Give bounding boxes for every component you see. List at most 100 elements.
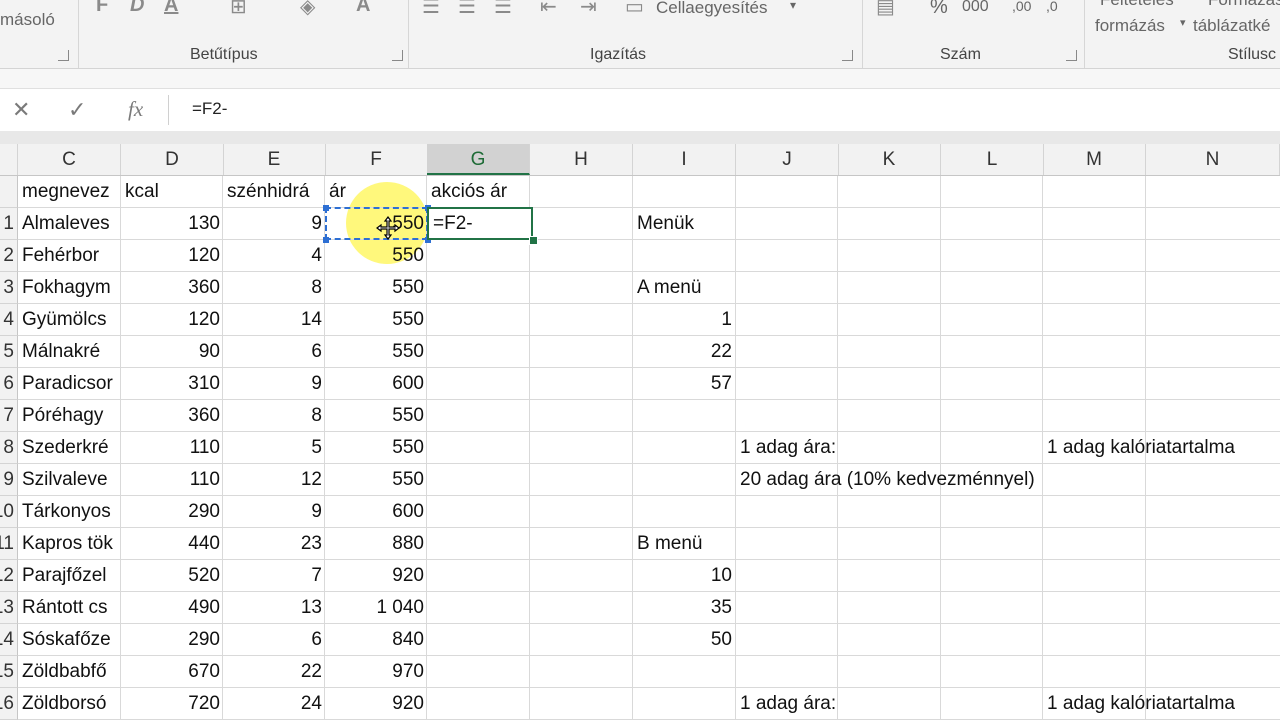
cell-sale-price[interactable]: akciós ár bbox=[427, 176, 530, 208]
cell-price[interactable]: 920 bbox=[325, 688, 428, 720]
align-right-icon[interactable]: ☰ bbox=[494, 0, 512, 19]
merge-dropdown-icon[interactable]: ▾ bbox=[790, 0, 796, 12]
cell-price[interactable]: 550 bbox=[325, 464, 428, 496]
cell-price[interactable]: 550 bbox=[325, 272, 428, 304]
insert-function-icon[interactable]: fx bbox=[128, 97, 143, 122]
cell-menu-item[interactable]: 22 bbox=[633, 336, 736, 368]
cell-kcal[interactable]: 360 bbox=[121, 400, 224, 432]
cell-carbs[interactable]: 8 bbox=[223, 400, 326, 432]
cell-price[interactable]: ár bbox=[325, 176, 428, 208]
cell-carbs[interactable]: 9 bbox=[223, 368, 326, 400]
cell-name[interactable]: Szederkré bbox=[18, 432, 121, 464]
row-header[interactable]: 7 bbox=[0, 400, 18, 432]
active-cell-g1[interactable]: =F2- bbox=[427, 207, 533, 240]
row-header[interactable]: 5 bbox=[0, 336, 18, 368]
cell-carbs[interactable]: 22 bbox=[223, 656, 326, 688]
column-header-d[interactable]: D bbox=[121, 144, 224, 175]
cell-carbs[interactable]: 9 bbox=[223, 208, 326, 240]
conditional-format-label-1[interactable]: Feltételes bbox=[1100, 0, 1174, 10]
cell-carbs[interactable]: 12 bbox=[223, 464, 326, 496]
cell-name[interactable]: Zöldbabfő bbox=[18, 656, 121, 688]
decrease-decimal-icon[interactable]: ,0 bbox=[1046, 0, 1058, 14]
cell-kcal[interactable]: 670 bbox=[121, 656, 224, 688]
cell-menu-label[interactable]: B menü bbox=[633, 528, 736, 560]
select-all-corner[interactable] bbox=[0, 144, 18, 175]
column-header-m[interactable]: M bbox=[1043, 144, 1146, 175]
row-header[interactable]: 16 bbox=[0, 688, 18, 720]
cell-summary-label[interactable]: 1 adag ára: bbox=[736, 688, 839, 720]
cancel-icon[interactable]: ✕ bbox=[12, 97, 30, 123]
row-header[interactable]: 8 bbox=[0, 432, 18, 464]
cell-kcal[interactable]: 290 bbox=[121, 624, 224, 656]
column-header-h[interactable]: H bbox=[530, 144, 633, 175]
table-format-label-1[interactable]: Formázás bbox=[1208, 0, 1280, 10]
cell-name[interactable]: Parajfőzel bbox=[18, 560, 121, 592]
row-header[interactable]: 1 bbox=[0, 208, 18, 240]
row-header[interactable]: 13 bbox=[0, 592, 18, 624]
bold-icon[interactable]: F bbox=[96, 0, 108, 17]
row-header[interactable]: 11 bbox=[0, 528, 18, 560]
marquee-handle[interactable] bbox=[323, 237, 329, 243]
conditional-format-button[interactable]: formázás bbox=[1095, 16, 1165, 36]
cell-kcal[interactable]: 290 bbox=[121, 496, 224, 528]
cell-kcal[interactable]: 520 bbox=[121, 560, 224, 592]
number-launcher-icon[interactable] bbox=[1066, 50, 1077, 61]
cell-carbs[interactable]: 24 bbox=[223, 688, 326, 720]
formula-input[interactable]: =F2- bbox=[192, 99, 227, 119]
worksheet-grid[interactable]: megnevez kcal szénhidrá ár akciós ár 1 Almalev… bbox=[0, 176, 1280, 720]
row-header[interactable]: 2 bbox=[0, 240, 18, 272]
cell-calorie-label[interactable]: 1 adag kalóriatartalma bbox=[1043, 688, 1235, 720]
cell-name[interactable]: Paradicsor bbox=[18, 368, 121, 400]
cell-price[interactable]: 1 040 bbox=[325, 592, 428, 624]
cell-price[interactable]: 840 bbox=[325, 624, 428, 656]
row-header[interactable]: 9 bbox=[0, 464, 18, 496]
column-header-k[interactable]: K bbox=[838, 144, 941, 175]
row-header[interactable]: 12 bbox=[0, 560, 18, 592]
row-header[interactable]: 6 bbox=[0, 368, 18, 400]
font-color-icon[interactable]: A bbox=[164, 0, 178, 17]
cell-carbs[interactable]: 6 bbox=[223, 336, 326, 368]
cell-carbs[interactable]: 14 bbox=[223, 304, 326, 336]
cell-price[interactable]: 550 bbox=[325, 432, 428, 464]
cell-name[interactable]: Tárkonyos bbox=[18, 496, 121, 528]
cell-kcal[interactable]: 490 bbox=[121, 592, 224, 624]
thousands-button[interactable]: 000 bbox=[962, 0, 989, 16]
column-header-j[interactable]: J bbox=[736, 144, 839, 175]
decrease-indent-icon[interactable]: ⇤ bbox=[540, 0, 557, 19]
cell-name[interactable]: Almaleves bbox=[18, 208, 121, 240]
column-header-l[interactable]: L bbox=[941, 144, 1044, 175]
row-header[interactable]: 10 bbox=[0, 496, 18, 528]
percent-button[interactable]: % bbox=[930, 0, 948, 19]
row-header[interactable] bbox=[0, 176, 18, 208]
cell-carbs[interactable]: 4 bbox=[223, 240, 326, 272]
italic-icon[interactable]: D bbox=[130, 0, 144, 17]
column-header-n[interactable]: N bbox=[1146, 144, 1280, 175]
cell-kcal[interactable]: 120 bbox=[121, 240, 224, 272]
cell-calorie-label[interactable]: 1 adag kalóriatartalma bbox=[1043, 432, 1235, 464]
cell-carbs[interactable]: szénhidrá bbox=[223, 176, 326, 208]
font-launcher-icon[interactable] bbox=[392, 50, 403, 61]
font-color-2-icon[interactable]: A bbox=[356, 0, 370, 17]
row-header[interactable]: 4 bbox=[0, 304, 18, 336]
cell-menu-item[interactable]: 57 bbox=[633, 368, 736, 400]
cell-kcal[interactable]: 310 bbox=[121, 368, 224, 400]
cell-kcal[interactable]: 130 bbox=[121, 208, 224, 240]
cell-menu-item[interactable]: 35 bbox=[633, 592, 736, 624]
cell-menu-item[interactable]: 50 bbox=[633, 624, 736, 656]
borders-icon[interactable]: ⊞ bbox=[230, 0, 247, 19]
cell-kcal[interactable]: 120 bbox=[121, 304, 224, 336]
column-header-e[interactable]: E bbox=[223, 144, 326, 175]
accounting-icon[interactable]: ▤ bbox=[876, 0, 895, 19]
column-header-f[interactable]: F bbox=[325, 144, 428, 175]
align-center-icon[interactable]: ☰ bbox=[458, 0, 476, 19]
cell-carbs[interactable]: 9 bbox=[223, 496, 326, 528]
cell-price[interactable]: 550 bbox=[325, 240, 428, 272]
cell-name[interactable]: Sóskafőze bbox=[18, 624, 121, 656]
cell-price[interactable]: 600 bbox=[325, 368, 428, 400]
cell-price[interactable]: 970 bbox=[325, 656, 428, 688]
enter-icon[interactable]: ✓ bbox=[68, 97, 86, 123]
fill-color-icon[interactable]: ◈ bbox=[300, 0, 315, 19]
fill-handle[interactable] bbox=[529, 236, 538, 245]
cell-kcal[interactable]: 90 bbox=[121, 336, 224, 368]
cell-menu-item[interactable]: 1 bbox=[633, 304, 736, 336]
